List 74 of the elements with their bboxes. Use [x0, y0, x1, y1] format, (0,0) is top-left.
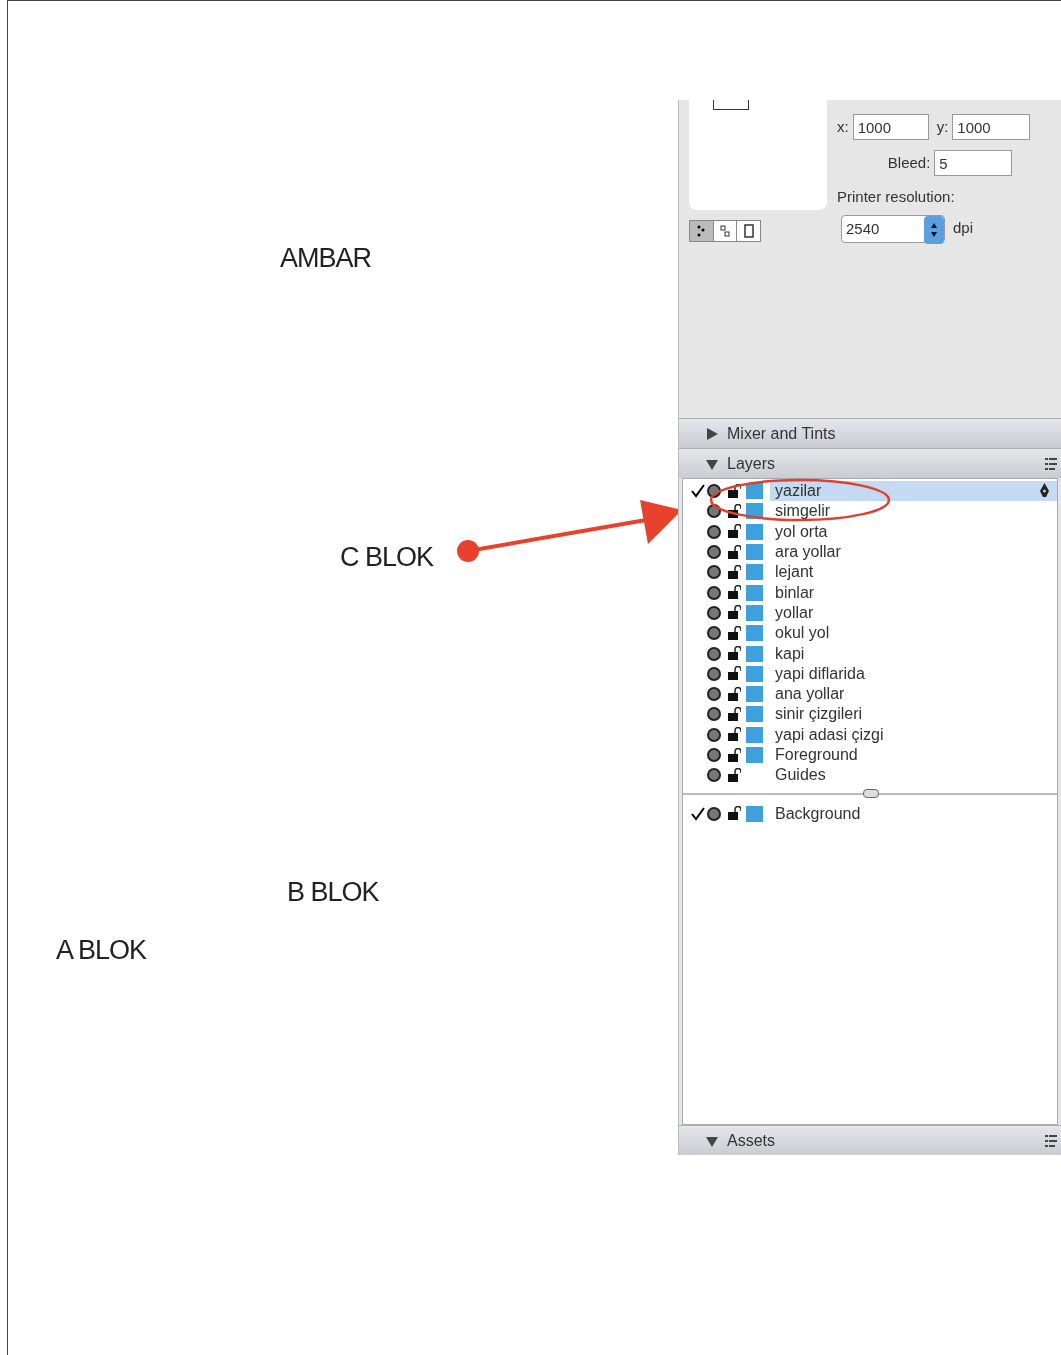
layer-item[interactable]: yapi diflarida [770, 663, 1057, 684]
unlocked-padlock-icon[interactable] [727, 747, 741, 763]
checkmark-icon[interactable] [691, 806, 705, 821]
panel-header[interactable]: Mixer and Tints [679, 418, 1061, 448]
layer-item[interactable]: sinir çizgileri [770, 704, 1057, 725]
canvas-label: AMBAR [280, 242, 372, 275]
layer-item[interactable]: ana yollar [770, 683, 1057, 705]
layer-swatch[interactable] [746, 706, 763, 723]
panel-header[interactable]: Assets [679, 1125, 1061, 1155]
unlocked-padlock-icon[interactable] [727, 666, 741, 682]
bleed-field[interactable]: 5 [934, 150, 1013, 176]
y-label: y: [936, 116, 949, 137]
layer-swatch[interactable] [746, 805, 763, 822]
printer-resolution-label: Printer resolution: [837, 187, 956, 207]
bleed-label: Bleed: [887, 152, 931, 173]
dpi-label: dpi [953, 218, 974, 239]
resolution-field[interactable]: 2540 [841, 214, 945, 243]
layer-swatch[interactable] [746, 726, 763, 743]
y-field[interactable]: 1000 [952, 114, 1031, 140]
layer-swatch[interactable] [746, 686, 763, 703]
layer-swatch[interactable] [746, 584, 763, 601]
panel-title: Layers [727, 453, 776, 474]
layer-item[interactable]: yollar [770, 602, 1057, 624]
layer-swatch[interactable] [746, 544, 763, 561]
unlocked-padlock-icon[interactable] [727, 706, 741, 722]
points-icon[interactable] [690, 221, 714, 241]
layer-item[interactable]: simgelir [770, 501, 1057, 522]
layer-item[interactable]: Foreground [770, 744, 1057, 766]
layer-swatch[interactable] [746, 483, 763, 500]
layer-item[interactable]: yol orta [770, 521, 1057, 542]
layer-swatch[interactable] [746, 665, 763, 682]
unlocked-padlock-icon[interactable] [727, 767, 741, 783]
layer-item[interactable]: okul yol [770, 623, 1057, 644]
layer-swatch[interactable] [746, 523, 763, 540]
unlocked-padlock-icon[interactable] [727, 564, 741, 580]
layer-swatch[interactable] [746, 747, 763, 763]
layer-item[interactable]: binlar [770, 582, 1057, 603]
menu-icon[interactable] [1045, 1133, 1057, 1148]
unlocked-padlock-icon[interactable] [727, 686, 741, 702]
layer-item[interactable]: yazilar [770, 481, 1057, 502]
canvas-label: C BLOK [340, 541, 434, 574]
panel-header[interactable]: Layers [679, 448, 1061, 478]
unlocked-padlock-icon[interactable] [727, 625, 741, 641]
stepper-icon[interactable] [924, 215, 944, 244]
layer-swatch[interactable] [746, 625, 763, 642]
unlocked-padlock-icon[interactable] [727, 483, 741, 499]
triangle-right-icon [705, 426, 719, 441]
unlocked-padlock-icon[interactable] [727, 544, 741, 560]
divider-handle-icon[interactable] [863, 789, 879, 799]
pen-icon [1040, 483, 1049, 500]
canvas-label: B BLOK [287, 876, 379, 909]
unlocked-padlock-icon[interactable] [727, 727, 741, 743]
layer-swatch[interactable] [746, 604, 763, 621]
unlocked-padlock-icon[interactable] [727, 605, 741, 621]
layer-item[interactable]: ara yollar [770, 541, 1057, 563]
layer-item[interactable]: yapi adasi çizgi [770, 724, 1057, 745]
checkmark-icon[interactable] [691, 484, 705, 499]
x-label: x: [837, 116, 849, 137]
canvas-label: A BLOK [56, 934, 147, 967]
layer-item[interactable]: Guides [770, 765, 1057, 786]
unlocked-padlock-icon[interactable] [727, 524, 741, 540]
menu-icon[interactable] [1045, 456, 1057, 471]
layer-swatch[interactable] [746, 564, 763, 581]
unlocked-padlock-icon[interactable] [727, 585, 741, 601]
panel-title: Assets [727, 1130, 775, 1151]
layer-item[interactable]: Background [770, 803, 1057, 824]
layer-item[interactable]: lejant [770, 562, 1057, 583]
unlocked-padlock-icon[interactable] [727, 503, 741, 519]
unlocked-padlock-icon[interactable] [727, 806, 741, 822]
layer-swatch[interactable] [746, 645, 763, 662]
panel-title: Mixer and Tints [727, 423, 836, 444]
layer-item[interactable]: kapi [770, 643, 1057, 664]
unlocked-padlock-icon[interactable] [727, 646, 741, 661]
x-field[interactable]: 1000 [852, 114, 929, 140]
